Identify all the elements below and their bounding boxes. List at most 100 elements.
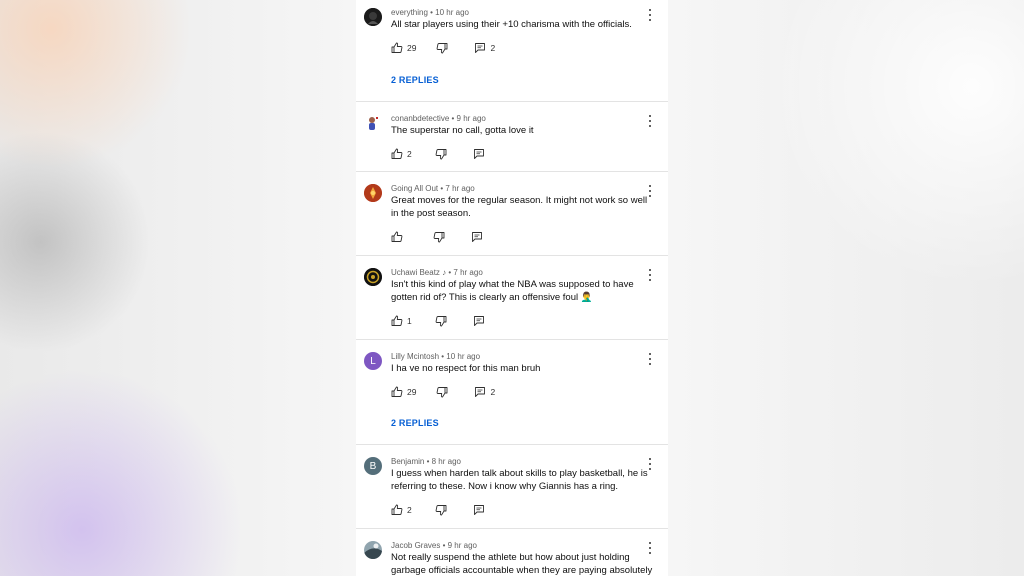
more-options-icon[interactable] <box>646 184 654 198</box>
dislike-button[interactable] <box>435 148 447 160</box>
like-button[interactable] <box>391 231 403 243</box>
reply-count: 2 <box>490 43 496 53</box>
timestamp: 7 hr ago <box>445 184 475 193</box>
reply-icon <box>473 316 484 326</box>
comment-text: Not really suspend the athlete but how a… <box>391 552 653 576</box>
like-button[interactable]: 2 <box>391 504 412 516</box>
timestamp: 9 hr ago <box>447 541 477 550</box>
dislike-button[interactable] <box>436 42 448 54</box>
author-name[interactable]: everything <box>391 8 428 17</box>
comments-panel[interactable]: everything • 10 hr ago All star players … <box>356 0 668 576</box>
author-name[interactable]: conanbdetective <box>391 114 449 123</box>
like-button[interactable]: 1 <box>391 315 412 327</box>
thumbs-up-icon <box>391 42 403 53</box>
reply-icon <box>473 505 484 515</box>
comment-actions: 2 <box>391 504 485 516</box>
like-count: 1 <box>407 316 412 326</box>
like-count: 2 <box>407 149 412 159</box>
comment-actions: 29 2 <box>391 386 495 398</box>
avatar[interactable] <box>364 8 382 26</box>
author-name[interactable]: Going All Out <box>391 184 438 193</box>
comment-meta: Benjamin • 8 hr ago <box>391 457 461 466</box>
avatar[interactable] <box>364 268 382 286</box>
thumbs-down-icon <box>437 387 448 398</box>
like-button[interactable]: 29 <box>391 42 416 54</box>
more-options-icon[interactable] <box>646 268 654 282</box>
avatar[interactable] <box>364 114 382 132</box>
thumbs-down-icon <box>435 316 447 327</box>
comment-item: conanbdetective • 9 hr ago The superstar… <box>356 102 668 172</box>
comment-item: everything • 10 hr ago All star players … <box>356 0 668 102</box>
comment-meta: Going All Out • 7 hr ago <box>391 184 475 193</box>
more-options-icon[interactable] <box>646 114 654 128</box>
dislike-button[interactable] <box>435 315 447 327</box>
comment-actions <box>391 231 483 243</box>
reply-button[interactable] <box>473 148 485 160</box>
reply-icon <box>472 232 482 242</box>
like-count: 2 <box>407 505 412 515</box>
comment-actions: 29 2 <box>391 42 495 54</box>
thumbs-up-icon <box>391 315 403 326</box>
author-name[interactable]: Uchawi Beatz <box>391 268 440 277</box>
comment-item: L Lilly Mcintosh • 10 hr ago I ha ve no … <box>356 340 668 445</box>
avatar[interactable] <box>364 541 382 559</box>
reply-button[interactable] <box>471 231 483 243</box>
more-options-icon[interactable] <box>646 541 654 555</box>
more-options-icon[interactable] <box>646 352 654 366</box>
thumbs-down-icon <box>435 505 447 516</box>
avatar[interactable]: L <box>364 352 382 370</box>
reply-count: 2 <box>490 387 496 397</box>
reply-icon <box>475 43 486 53</box>
timestamp: 8 hr ago <box>431 457 461 466</box>
view-replies-button[interactable]: 2 REPLIES <box>391 418 439 428</box>
more-options-icon[interactable] <box>646 8 654 22</box>
thumbs-down-icon <box>433 232 445 243</box>
like-button[interactable]: 29 <box>391 386 416 398</box>
author-name[interactable]: Benjamin <box>391 457 424 466</box>
thumbs-down-icon <box>437 43 448 54</box>
timestamp: 9 hr ago <box>456 114 486 123</box>
reply-icon <box>473 149 484 159</box>
comment-item: B Benjamin • 8 hr ago I guess when harde… <box>356 445 668 529</box>
timestamp: 7 hr ago <box>453 268 483 277</box>
thumbs-up-icon <box>391 386 403 397</box>
avatar[interactable]: B <box>364 457 382 475</box>
thumbs-up-icon <box>391 231 403 242</box>
timestamp: 10 hr ago <box>435 8 469 17</box>
comment-meta: Uchawi Beatz ♪ • 7 hr ago <box>391 268 483 277</box>
reply-button[interactable]: 2 <box>474 386 495 398</box>
comment-text: I guess when harden talk about skills to… <box>391 468 648 492</box>
timestamp: 10 hr ago <box>446 352 481 361</box>
author-name[interactable]: Jacob Graves <box>391 541 440 550</box>
reply-button[interactable]: 2 <box>474 42 495 54</box>
comment-meta: Lilly Mcintosh • 10 hr ago <box>391 352 481 361</box>
reply-button[interactable] <box>473 504 485 516</box>
reply-button[interactable] <box>473 315 485 327</box>
comment-text: I ha ve no respect for this man bruh <box>391 363 541 374</box>
like-count: 29 <box>407 43 417 53</box>
avatar[interactable] <box>364 184 382 202</box>
comment-meta: conanbdetective • 9 hr ago <box>391 114 486 123</box>
comment-meta: Jacob Graves • 9 hr ago <box>391 541 477 550</box>
comment-item: Uchawi Beatz ♪ • 7 hr ago Isn't this kin… <box>356 256 668 340</box>
comment-text: Great moves for the regular season. It m… <box>391 195 648 219</box>
comment-text: All star players using their +10 charism… <box>391 19 632 30</box>
comment-item: Jacob Graves • 9 hr ago Not really suspe… <box>356 529 668 576</box>
like-count: 29 <box>407 387 417 397</box>
comment-actions: 2 <box>391 148 485 160</box>
comment-text: Isn't this kind of play what the NBA was… <box>391 279 634 303</box>
thumbs-up-icon <box>391 148 403 159</box>
more-options-icon[interactable] <box>646 457 654 471</box>
like-button[interactable]: 2 <box>391 148 412 160</box>
comment-text: The superstar no call, gotta love it <box>391 125 534 136</box>
thumbs-down-icon <box>435 149 447 160</box>
comment-meta: everything • 10 hr ago <box>391 8 469 17</box>
view-replies-button[interactable]: 2 REPLIES <box>391 75 439 85</box>
dislike-button[interactable] <box>433 231 445 243</box>
author-name[interactable]: Lilly Mcintosh <box>391 352 439 361</box>
thumbs-up-icon <box>391 504 403 515</box>
reply-icon <box>475 387 486 397</box>
comment-actions: 1 <box>391 315 485 327</box>
dislike-button[interactable] <box>436 386 448 398</box>
dislike-button[interactable] <box>435 504 447 516</box>
